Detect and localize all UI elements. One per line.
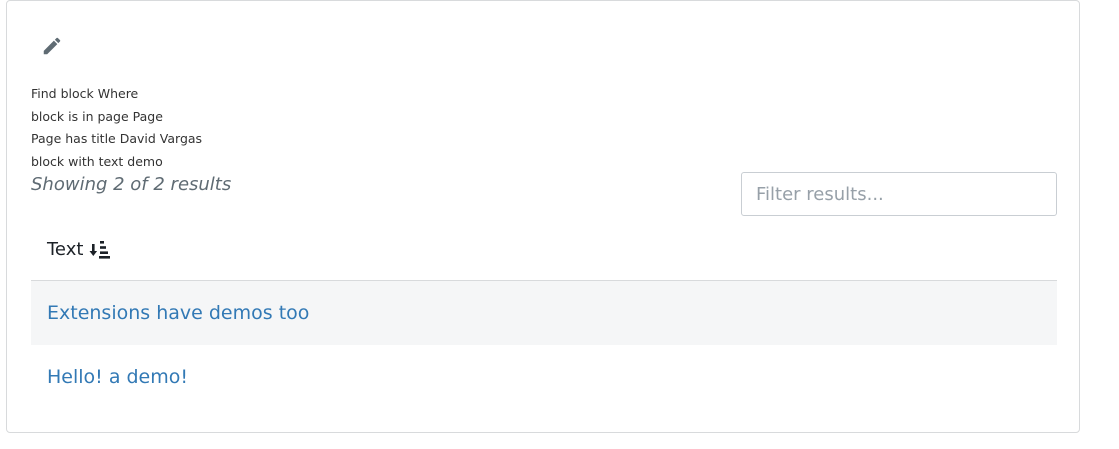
sort-descending-icon: [89, 239, 111, 259]
results-count: Showing 2 of 2 results: [31, 174, 232, 195]
query-line: Find block Where: [31, 86, 139, 101]
query-description: Find block Where block is in page Page P…: [31, 83, 202, 173]
result-link[interactable]: Hello! a demo!: [47, 366, 188, 388]
query-line: block is in page Page: [31, 108, 163, 124]
edit-query-button[interactable]: [36, 30, 68, 62]
query-line: Page has title David Vargas: [31, 131, 203, 146]
table-row: Extensions have demos too: [31, 281, 1057, 345]
pencil-icon: [43, 37, 61, 55]
table-row: Hello! a demo!: [31, 345, 1057, 409]
column-header-text[interactable]: Text: [31, 218, 1057, 281]
results-table: Text Extensions have demos too Hello! a …: [31, 218, 1057, 409]
column-header-label: Text: [47, 238, 84, 260]
result-link[interactable]: Extensions have demos too: [47, 302, 309, 324]
filter-results-input[interactable]: [741, 172, 1057, 216]
query-line: block with text demo: [31, 153, 163, 169]
